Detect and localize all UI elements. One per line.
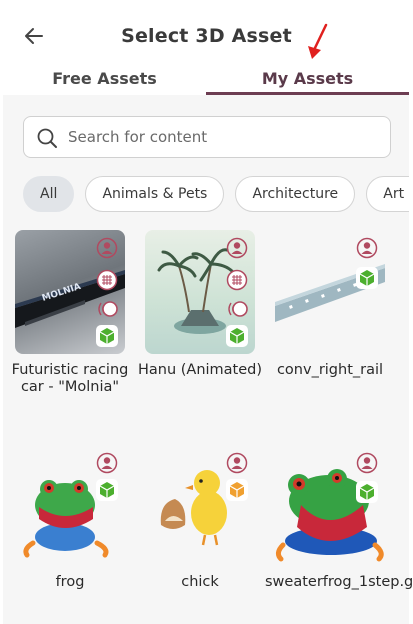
- tab-my-assets[interactable]: My Assets: [206, 62, 409, 95]
- header: Select 3D Asset Free Assets My Assets: [0, 0, 413, 95]
- cube-icon: [356, 481, 378, 503]
- asset-thumbnail[interactable]: [275, 230, 385, 354]
- chip-art-abstract[interactable]: Art & Abstract: [366, 176, 409, 212]
- tab-bar: Free Assets My Assets: [0, 62, 413, 95]
- chip-animals-pets[interactable]: Animals & Pets: [85, 176, 225, 212]
- search-icon: [37, 128, 57, 148]
- chip-all[interactable]: All: [23, 176, 75, 212]
- asset-thumbnail[interactable]: [15, 445, 125, 569]
- cube-icon: [96, 325, 118, 347]
- user-icon: [226, 237, 248, 259]
- grid-icon: [226, 269, 248, 291]
- annotation-arrow-icon: [308, 23, 328, 59]
- user-icon: [226, 452, 248, 474]
- search-input[interactable]: [68, 117, 378, 157]
- animation-icon: [98, 301, 118, 317]
- user-icon: [356, 237, 378, 259]
- asset-name: sweaterfrog_1step.glb: [265, 574, 413, 590]
- cube-icon: [226, 325, 248, 347]
- asset-browser: All Animals & Pets Architecture Art & Ab…: [3, 95, 413, 624]
- search-box[interactable]: [23, 116, 391, 158]
- cube-icon: [356, 267, 378, 289]
- user-icon: [96, 237, 118, 259]
- user-icon: [96, 452, 118, 474]
- page-title: Select 3D Asset: [121, 25, 292, 47]
- category-filter: All Animals & Pets Architecture Art & Ab…: [23, 176, 409, 212]
- cube-icon: [96, 479, 118, 501]
- asset-name: Hanu (Animated): [137, 362, 263, 378]
- asset-thumbnail[interactable]: [145, 445, 255, 569]
- asset-thumbnail[interactable]: [145, 230, 255, 354]
- tab-free-assets[interactable]: Free Assets: [3, 62, 206, 95]
- asset-name: chick: [181, 574, 219, 590]
- asset-thumbnail[interactable]: MOLNIA: [15, 230, 125, 354]
- cube-icon: [226, 479, 248, 501]
- animation-icon: [228, 301, 248, 317]
- asset-name: conv_right_rail: [276, 362, 384, 378]
- asset-name: Futuristic racing car - "Molnia": [11, 362, 129, 395]
- grid-icon: [96, 269, 118, 291]
- asset-thumbnail[interactable]: [275, 445, 385, 569]
- asset-name: frog: [55, 574, 85, 590]
- chip-architecture[interactable]: Architecture: [235, 176, 356, 212]
- user-icon: [356, 452, 378, 474]
